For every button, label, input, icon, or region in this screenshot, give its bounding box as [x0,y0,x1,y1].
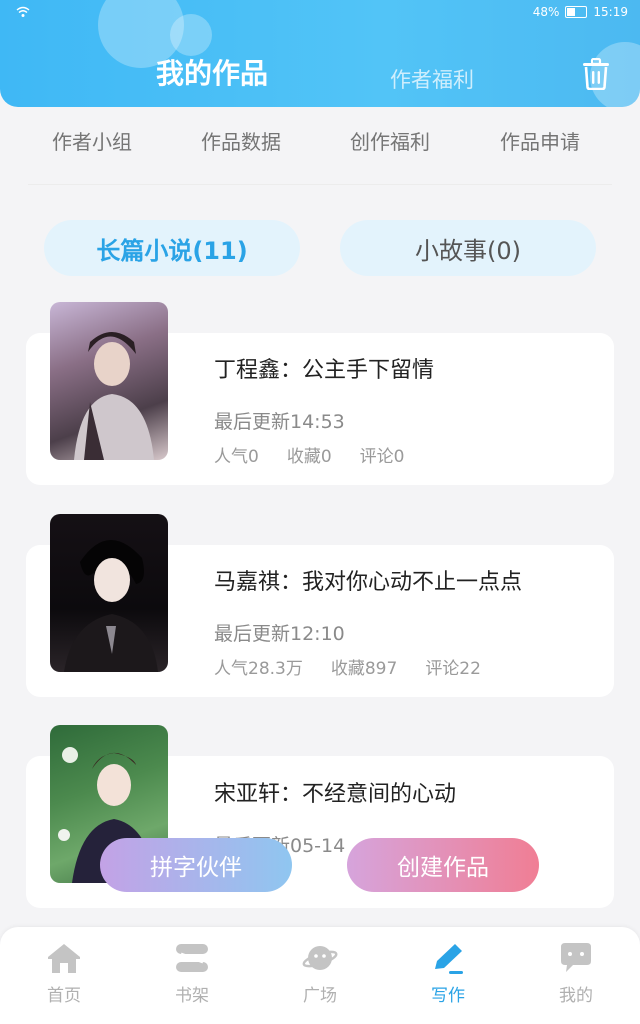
pen-icon [435,944,463,974]
battery-percent: 48% [532,5,560,19]
status-bar: 48% 15:19 [0,0,640,26]
work-popularity: 人气0 [214,447,259,467]
tab-long-novels[interactable]: 长篇小说(11) [44,220,300,276]
app-header: 48% 15:19 我的作品 作者福利 [0,0,640,107]
work-cover-image[interactable] [50,514,168,672]
bottom-navigation: 首页 书架 广场 写作 我的 [0,927,640,1024]
nav-bookshelf[interactable]: 书架 [152,941,232,1006]
tab-work-application[interactable]: 作品申请 [500,126,580,155]
work-title[interactable]: 丁程鑫：公主手下留情 [214,352,434,384]
work-title[interactable]: 马嘉祺：我对你心动不止一点点 [214,564,522,596]
nav-square[interactable]: 广场 [280,941,360,1006]
work-favorites: 收藏0 [286,447,332,467]
tab-creation-benefits[interactable]: 创作福利 [350,126,430,155]
bookshelf-icon [176,944,208,972]
nav-label: 写作 [431,986,465,1006]
nav-label: 广场 [303,986,337,1006]
create-work-button[interactable]: 创建作品 [347,838,539,892]
work-stats: 人气28.3万 收藏897 评论22 [214,654,481,679]
status-time: 15:19 [593,5,628,19]
planet-icon [302,946,338,970]
home-icon [48,944,80,973]
work-last-updated: 最后更新14:53 [214,411,345,433]
nav-home[interactable]: 首页 [24,941,104,1006]
battery-icon [565,6,588,18]
divider [28,184,612,185]
tab-short-stories[interactable]: 小故事(0) [340,220,596,276]
work-favorites: 收藏897 [330,659,398,679]
work-comments: 评论0 [359,447,405,467]
work-comments: 评论22 [425,659,481,679]
nav-label: 首页 [47,986,81,1006]
nav-write[interactable]: 写作 [408,941,488,1006]
writing-partner-button[interactable]: 拼字伙伴 [100,838,292,892]
work-last-updated: 最后更新12:10 [214,623,345,645]
wifi-icon [16,6,30,21]
tab-author-group[interactable]: 作者小组 [52,126,132,155]
nav-label: 我的 [559,986,593,1006]
nav-me[interactable]: 我的 [536,941,616,1006]
work-popularity: 人气28.3万 [214,659,303,679]
trash-icon[interactable] [582,57,610,91]
chat-bubble-icon [561,943,591,972]
nav-label: 书架 [175,986,209,1006]
page-title[interactable]: 我的作品 [156,52,268,92]
work-cover-image[interactable] [50,302,168,460]
tab-work-data[interactable]: 作品数据 [201,126,281,155]
tab-author-benefits[interactable]: 作者福利 [390,64,474,94]
author-tools-tabs: 作者小组 作品数据 创作福利 作品申请 [0,118,640,162]
work-stats: 人气0 收藏0 评论0 [214,442,404,467]
work-title[interactable]: 宋亚轩：不经意间的心动 [214,776,456,808]
